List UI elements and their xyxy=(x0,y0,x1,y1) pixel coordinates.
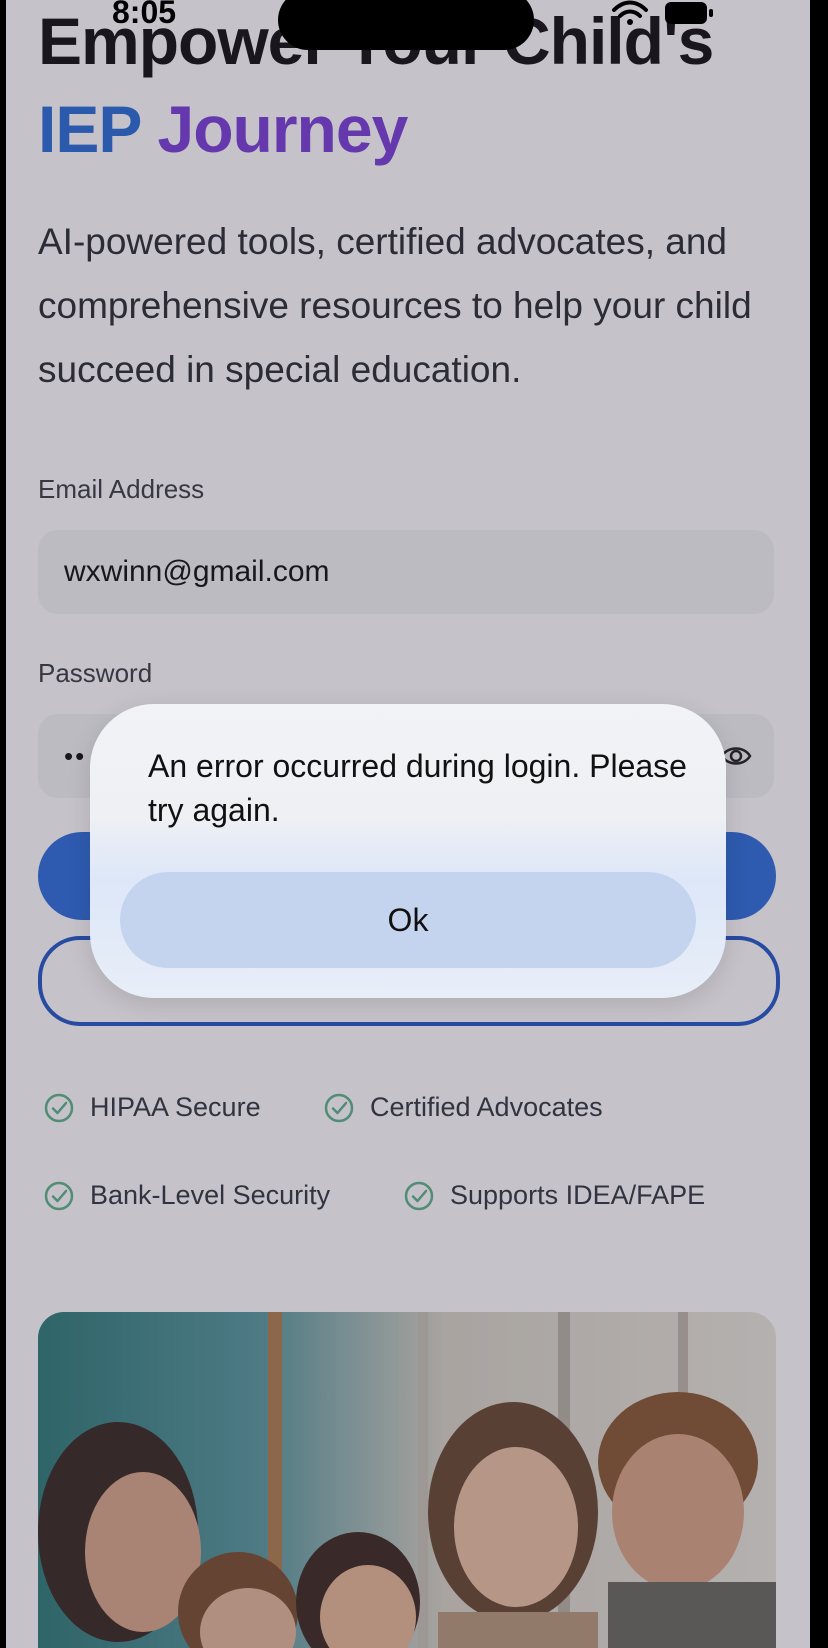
dynamic-island xyxy=(278,0,534,50)
status-icons xyxy=(610,0,714,26)
ok-button[interactable]: Ok xyxy=(120,872,696,968)
device-frame xyxy=(810,0,828,1648)
wifi-icon xyxy=(612,0,648,25)
error-alert-dialog: An error occurred during login. Please t… xyxy=(90,704,726,998)
alert-message: An error occurred during login. Please t… xyxy=(148,748,687,828)
status-time: 8:05 xyxy=(112,0,177,30)
battery-icon xyxy=(665,2,713,24)
